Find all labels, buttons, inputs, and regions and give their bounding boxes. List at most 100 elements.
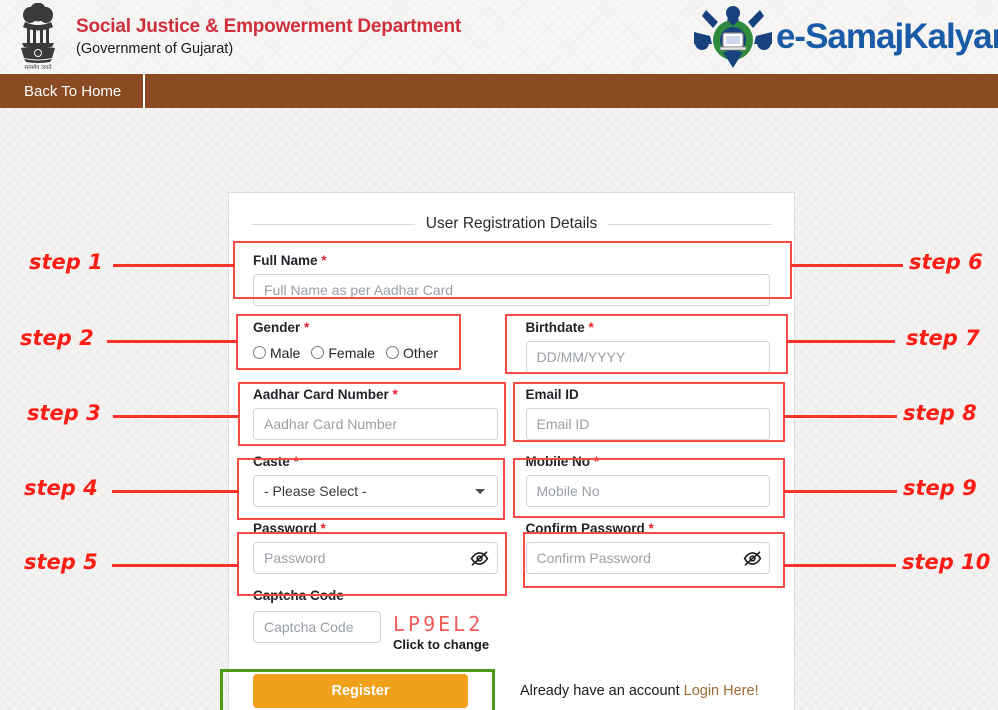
label-full-name: Full Name * xyxy=(253,253,770,268)
captcha-code-input[interactable] xyxy=(253,611,381,643)
required-marker: * xyxy=(320,521,326,536)
captcha-image[interactable]: LP9EL2 xyxy=(393,612,489,636)
annotation-label-step-8: step 8 xyxy=(903,401,977,425)
annotation-label-step-2: step 2 xyxy=(20,326,94,350)
required-marker: * xyxy=(648,521,654,536)
required-marker: * xyxy=(321,253,327,268)
confirm-password-input[interactable] xyxy=(525,542,770,574)
label-email: Email ID xyxy=(526,387,771,402)
nav-item-back-to-home[interactable]: Back To Home xyxy=(0,74,146,108)
gender-radio-male[interactable]: Male xyxy=(253,345,300,361)
annotation-label-step-9: step 9 xyxy=(903,476,977,500)
label-captcha: Captcha Code xyxy=(253,588,770,603)
captcha-refresh-hint[interactable]: Click to change xyxy=(393,637,489,652)
field-password: Password * xyxy=(253,515,498,582)
gender-radio-female[interactable]: Female xyxy=(311,345,375,361)
required-marker: * xyxy=(392,387,398,402)
annotation-line-step-8 xyxy=(784,415,897,418)
aadhar-card-number-input[interactable] xyxy=(253,408,498,440)
page-canvas: User Registration Details Full Name * Fu… xyxy=(0,108,998,710)
field-caste: Caste * - Please Select - xyxy=(253,448,498,515)
label-email-text: Email ID xyxy=(525,387,579,402)
captcha-row: LP9EL2 Click to change xyxy=(253,609,770,652)
annotation-line-step-1 xyxy=(113,264,235,267)
radio-circle-icon xyxy=(386,346,400,359)
label-captcha-text: Captcha Code xyxy=(253,588,344,603)
annotation-label-step-6: step 6 xyxy=(909,250,983,274)
annotation-line-step-6 xyxy=(790,264,903,267)
label-birthdate-text: Birthdate xyxy=(525,320,585,335)
label-aadhar-text: Aadhar Card Number xyxy=(253,387,389,402)
label-confirm-password: Confirm Password * xyxy=(526,521,771,536)
label-password: Password * xyxy=(253,521,498,536)
submit-row: Register Already have an account Login H… xyxy=(253,660,770,708)
caste-select[interactable]: - Please Select - xyxy=(253,475,498,507)
esamajkalyan-logo: e-SamajKalyan xyxy=(692,2,998,72)
field-mobile: Mobile No * xyxy=(525,448,771,515)
label-mobile-text: Mobile No xyxy=(525,454,591,469)
logo-wordmark: e-SamajKalyan xyxy=(775,17,998,56)
label-aadhar: Aadhar Card Number * xyxy=(253,387,498,402)
confirm-password-wrapper xyxy=(525,542,770,574)
captcha-input-wrapper xyxy=(253,611,381,643)
field-birthdate: Birthdate * xyxy=(525,314,771,381)
gender-option-label: Female xyxy=(328,344,376,361)
label-mobile: Mobile No * xyxy=(526,454,771,469)
svg-text:सत्यमेव जयते: सत्यमेव जयते xyxy=(24,64,52,71)
eye-slash-icon[interactable] xyxy=(470,548,490,568)
annotation-label-step-10: step 10 xyxy=(902,550,991,574)
label-caste-text: Caste xyxy=(253,454,290,469)
captcha-image-area: LP9EL2 Click to change xyxy=(393,611,489,652)
required-marker: * xyxy=(293,454,299,469)
birthdate-input[interactable] xyxy=(525,341,770,373)
email-input[interactable] xyxy=(525,408,770,440)
annotation-line-step-4 xyxy=(112,490,239,493)
field-full-name: Full Name * xyxy=(253,247,770,314)
form-row-passwords: Password * Password Confirm Password * C… xyxy=(253,515,770,582)
gender-radio-other[interactable]: Other xyxy=(386,345,438,361)
annotation-label-step-1: step 1 xyxy=(29,250,103,274)
national-emblem-icon: सत्यमेव जयते xyxy=(12,2,64,72)
header-rule-right xyxy=(608,223,772,225)
samajkalyan-people-icon xyxy=(693,6,772,68)
field-aadhar: Aadhar Card Number * xyxy=(253,381,498,448)
login-note: Already have an account Login Here! xyxy=(520,683,759,699)
annotation-line-step-2 xyxy=(107,340,237,343)
register-button[interactable]: Register xyxy=(253,674,468,708)
eye-slash-icon[interactable] xyxy=(742,548,762,568)
label-password-text: Password xyxy=(253,521,317,536)
mobile-no-input[interactable] xyxy=(525,475,770,507)
label-confirm-password-text: Confirm Password xyxy=(525,521,645,536)
annotation-label-step-7: step 7 xyxy=(906,326,980,350)
radio-circle-icon xyxy=(253,346,266,359)
brand-text: Social Justice & Empowerment Department … xyxy=(76,15,461,59)
field-captcha: Captcha Code LP9EL2 Click to change xyxy=(253,582,770,660)
annotation-line-step-10 xyxy=(784,564,896,567)
annotation-line-step-9 xyxy=(784,490,897,493)
required-marker: * xyxy=(593,454,600,469)
form-row-gender-birthdate: Gender * Male Female Other Birthdate * D… xyxy=(253,314,770,381)
page-subtitle: (Government of Gujarat) xyxy=(76,41,234,57)
form-row-aadhar-email: Aadhar Card Number * Email ID xyxy=(253,381,770,448)
label-gender: Gender * xyxy=(253,320,498,335)
form-row-caste-mobile: Caste * - Please Select - Mobile No * xyxy=(253,448,770,515)
annotation-line-step-7 xyxy=(787,340,895,343)
annotation-line-step-5 xyxy=(112,564,239,567)
full-name-input[interactable] xyxy=(253,274,770,306)
gender-option-label: Other xyxy=(403,344,439,361)
password-input[interactable] xyxy=(253,542,498,574)
gender-radio-group: Male Female Other xyxy=(253,341,498,363)
label-birthdate: Birthdate * xyxy=(526,320,771,335)
login-prompt-text: Already have an account xyxy=(520,683,680,699)
main-navbar: Back To Home xyxy=(0,74,998,108)
registration-form-card: User Registration Details Full Name * Fu… xyxy=(228,192,795,710)
annotation-line-step-3 xyxy=(113,415,239,418)
form-row-fullname: Full Name * xyxy=(253,247,770,314)
required-marker: * xyxy=(304,320,310,335)
field-gender: Gender * Male Female Other xyxy=(253,314,498,371)
login-here-link[interactable]: Login Here! xyxy=(684,683,759,699)
label-full-name-text: Full Name xyxy=(253,253,318,268)
header-rule-left xyxy=(251,223,415,225)
label-caste: Caste * xyxy=(253,454,498,469)
required-marker: * xyxy=(588,320,594,335)
